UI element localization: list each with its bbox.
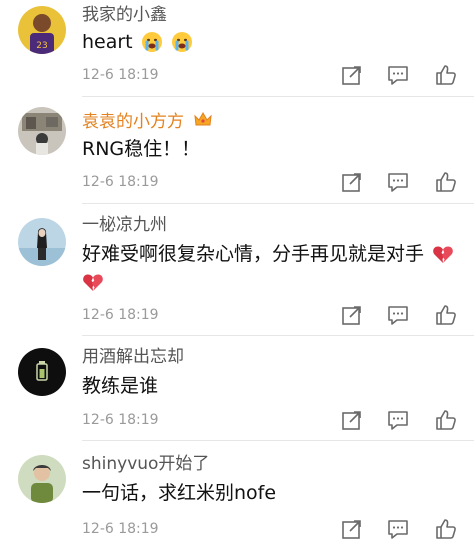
thumbs-up-icon[interactable] <box>434 517 458 541</box>
divider <box>82 96 474 97</box>
action-bar <box>340 303 460 327</box>
divider <box>82 440 474 441</box>
comment-text-body: heart <box>82 31 133 53</box>
crying-face-icon <box>171 31 193 61</box>
comment-text: RNG稳住！！ <box>82 138 201 160</box>
thumbs-up-icon[interactable] <box>434 303 458 327</box>
action-bar <box>340 63 460 87</box>
avatar[interactable] <box>18 218 66 266</box>
timestamp: 12-6 18:19 <box>82 412 159 428</box>
avatar[interactable]: 23 <box>18 6 66 54</box>
comment-icon[interactable] <box>386 517 410 541</box>
svg-text:23: 23 <box>36 41 47 51</box>
divider <box>82 335 474 336</box>
comment-text-body: 好难受啊很复杂心情，分手再见就是对手 <box>82 243 425 265</box>
comment-text: heart <box>82 28 452 61</box>
comment-icon[interactable] <box>386 170 410 194</box>
crown-icon <box>193 111 213 133</box>
username[interactable]: shinyvuo开始了 <box>82 453 209 475</box>
timestamp: 12-6 18:19 <box>82 307 159 323</box>
thumbs-up-icon[interactable] <box>434 63 458 87</box>
comment-icon[interactable] <box>386 408 410 432</box>
action-bar <box>340 408 460 432</box>
share-icon[interactable] <box>340 303 364 327</box>
comment-icon[interactable] <box>386 303 410 327</box>
username[interactable]: 我家的小鑫 <box>82 4 167 26</box>
action-bar <box>340 170 460 194</box>
avatar[interactable] <box>18 455 66 503</box>
username-text: 袁袁的小方方 <box>82 112 184 132</box>
broken-heart-icon <box>82 271 104 301</box>
avatar[interactable] <box>18 348 66 396</box>
username[interactable]: 用酒解出忘却 <box>82 346 184 368</box>
divider <box>82 203 474 204</box>
avatar[interactable] <box>18 107 66 155</box>
comment-text: 教练是谁 <box>82 375 159 397</box>
share-icon[interactable] <box>340 170 364 194</box>
timestamp: 12-6 18:19 <box>82 521 159 537</box>
comment-text-line2 <box>82 268 452 301</box>
share-icon[interactable] <box>340 517 364 541</box>
comment-text: 一句话，求红米别nofe <box>82 482 277 504</box>
thumbs-up-icon[interactable] <box>434 170 458 194</box>
action-bar <box>340 517 460 541</box>
username[interactable]: 一柲凉九州 <box>82 214 167 236</box>
share-icon[interactable] <box>340 63 364 87</box>
username[interactable]: 袁袁的小方方 <box>82 111 213 133</box>
crying-face-icon <box>141 31 163 61</box>
thumbs-up-icon[interactable] <box>434 408 458 432</box>
share-icon[interactable] <box>340 408 364 432</box>
timestamp: 12-6 18:19 <box>82 174 159 190</box>
comment-icon[interactable] <box>386 63 410 87</box>
timestamp: 12-6 18:19 <box>82 67 159 83</box>
comment-feed: 23 我家的小鑫 heart 12-6 18:19 袁袁的小方方 RNG稳住！！… <box>0 0 474 553</box>
